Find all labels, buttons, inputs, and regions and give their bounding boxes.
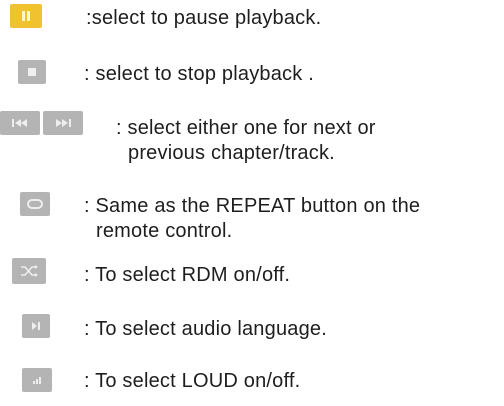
repeat-button — [20, 192, 50, 216]
loudness-description: : To select LOUD on/off. — [84, 370, 301, 392]
next-track-button — [43, 111, 83, 135]
stop-description: : select to stop playback . — [84, 63, 314, 85]
shuffle-button — [12, 258, 46, 284]
pause-button — [10, 4, 42, 28]
repeat-description-line-1: : Same as the REPEAT button on the — [84, 195, 421, 217]
shuffle-description: : To select RDM on/off. — [84, 264, 291, 286]
previous-track-button — [0, 111, 40, 135]
audio-language-description: : To select audio language. — [84, 318, 327, 340]
shuffle-icon — [21, 265, 38, 277]
pause-description: :select to pause playback. — [86, 7, 322, 29]
next-track-icon — [56, 119, 71, 127]
previous-track-icon — [12, 119, 27, 127]
chapter-description-line-2: previous chapter/track. — [128, 142, 335, 164]
loudness-button — [22, 368, 52, 392]
repeat-description-line-2: remote control. — [96, 220, 233, 242]
repeat-icon — [27, 199, 43, 209]
stop-button — [18, 60, 46, 84]
audio-language-button — [22, 314, 50, 338]
pause-icon — [22, 11, 30, 21]
loudness-icon — [33, 377, 41, 384]
audio-language-icon — [32, 322, 40, 330]
stop-icon — [28, 68, 36, 76]
chapter-description-line-1: : select either one for next or — [116, 117, 376, 139]
